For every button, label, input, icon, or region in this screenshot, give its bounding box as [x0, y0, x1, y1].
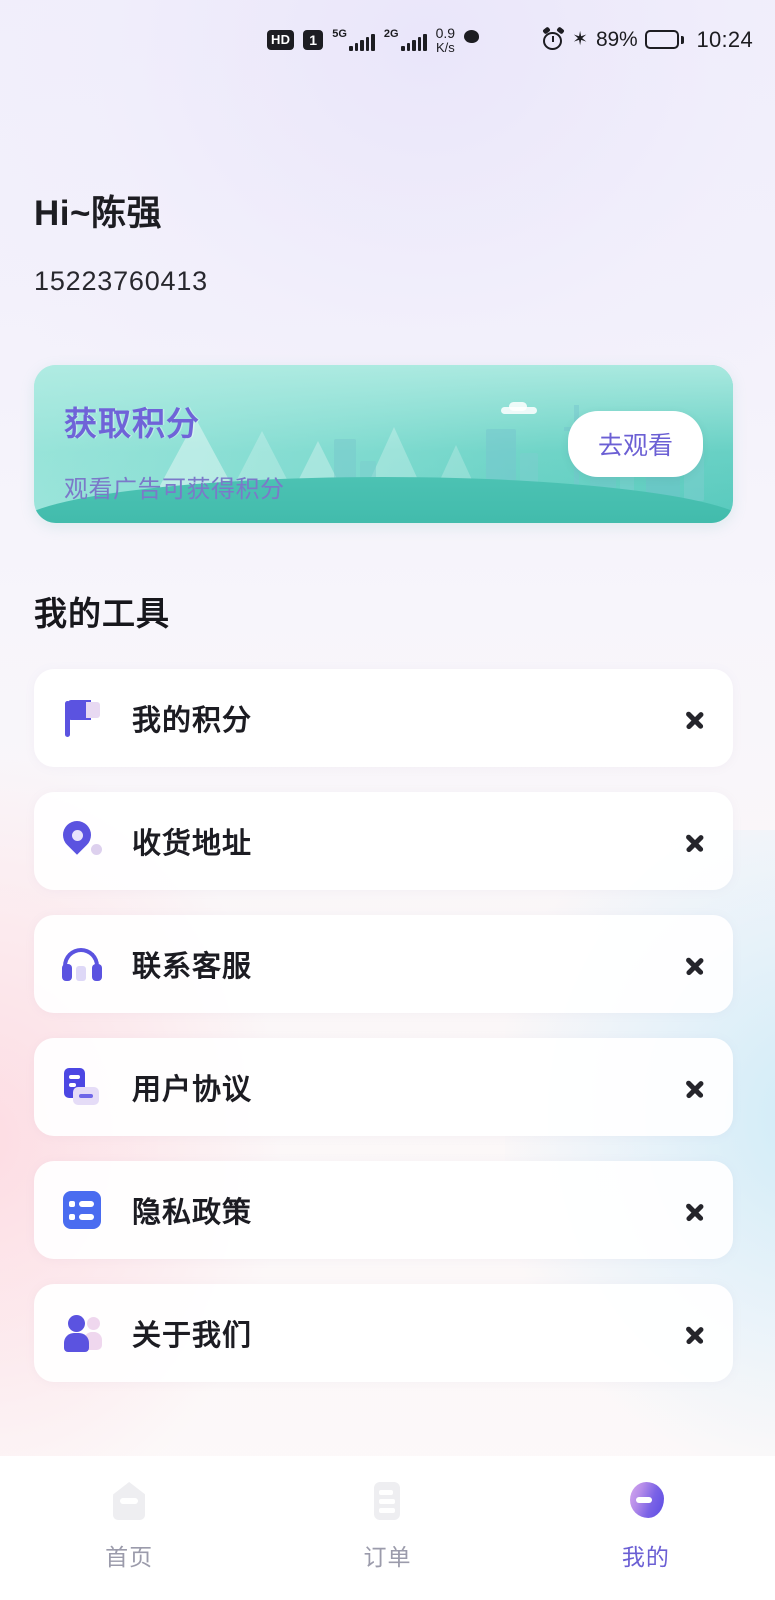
list-icon: [60, 1188, 104, 1232]
chevron-right-icon: [683, 1070, 705, 1104]
bottom-tab-bar: 首页 订单 我的: [0, 1456, 775, 1600]
chevron-right-icon: [683, 947, 705, 981]
home-icon: [106, 1478, 152, 1524]
signal-bars-1: [349, 33, 375, 51]
tools-list: 我的积分 收货地址 联系客服 用户协议 隐私政策 关于我们: [0, 669, 775, 1382]
network-speed-value: 0.9: [435, 24, 456, 41]
list-item-label: 我的积分: [132, 705, 253, 737]
list-item-label: 收货地址: [132, 828, 253, 860]
list-item-shipping-address[interactable]: 收货地址: [34, 792, 733, 890]
bluetooth-icon: ✶: [572, 29, 588, 51]
chevron-right-icon: [683, 1316, 705, 1350]
profile-header: Hi~陈强 15223760413: [0, 80, 775, 297]
phone-number: 15223760413: [34, 266, 208, 296]
banner-subtitle: 观看广告可获得积分: [64, 476, 285, 503]
battery-percent-label: 89%: [596, 27, 638, 51]
list-item-contact-support[interactable]: 联系客服: [34, 915, 733, 1013]
location-pin-icon: [57, 815, 104, 863]
sim-badge: 1: [303, 29, 324, 50]
list-item-my-points[interactable]: 我的积分: [34, 669, 733, 767]
banner-text-block: 获取积分 观看广告可获得积分: [64, 397, 285, 504]
tools-section-title: 我的工具: [34, 595, 170, 632]
chevron-right-icon: [683, 701, 705, 735]
signal-5g-icon: 5G: [332, 27, 375, 51]
wechat-icon: [464, 29, 488, 50]
network-label-2g: 2G: [383, 27, 399, 40]
flag-icon: [60, 696, 104, 740]
network-speed: 0.9 K/s: [436, 26, 455, 54]
signal-bars-2: [401, 33, 427, 51]
list-item-label: 隐私政策: [132, 1197, 253, 1229]
chevron-right-icon: [683, 824, 705, 858]
points-banner[interactable]: 获取积分 观看广告可获得积分 去观看: [34, 365, 733, 523]
battery-icon: [645, 30, 685, 50]
banner-title: 获取积分: [64, 405, 200, 442]
hd-badge: HD: [267, 29, 295, 50]
watch-ad-button[interactable]: 去观看: [567, 411, 703, 477]
network-speed-unit: K/s: [435, 39, 455, 55]
alarm-icon: [542, 26, 565, 51]
list-item-label: 用户协议: [132, 1074, 253, 1106]
list-item-about-us[interactable]: 关于我们: [34, 1284, 733, 1382]
cloud-icon: [501, 402, 537, 414]
list-item-label: 联系客服: [132, 951, 253, 983]
headphones-icon: [60, 942, 104, 986]
tab-home[interactable]: 首页: [0, 1478, 258, 1572]
tab-label: 首页: [105, 1544, 154, 1570]
document-icon: [60, 1065, 104, 1109]
person-icon: [60, 1311, 104, 1355]
list-item-label: 关于我们: [132, 1320, 253, 1352]
orders-icon: [364, 1478, 410, 1524]
tab-label: 我的: [621, 1544, 670, 1570]
tab-label: 订单: [363, 1544, 412, 1570]
status-bar: HD 1 5G 2G 0.9 K/s ✶ 89% 10:24: [0, 0, 775, 80]
status-bar-clock: 10:24: [696, 26, 753, 52]
greeting-text: Hi~陈强: [34, 194, 162, 233]
chevron-right-icon: [683, 1193, 705, 1227]
network-label-5g: 5G: [332, 27, 347, 40]
tab-orders[interactable]: 订单: [258, 1478, 516, 1572]
list-item-user-agreement[interactable]: 用户协议: [34, 1038, 733, 1136]
app-screen: HD 1 5G 2G 0.9 K/s ✶ 89% 10:24 Hi~陈强 152…: [0, 0, 775, 1600]
profile-icon: [623, 1478, 669, 1524]
list-item-privacy-policy[interactable]: 隐私政策: [34, 1161, 733, 1259]
tab-profile[interactable]: 我的: [517, 1478, 775, 1572]
signal-2g-icon: 2G: [383, 27, 427, 51]
